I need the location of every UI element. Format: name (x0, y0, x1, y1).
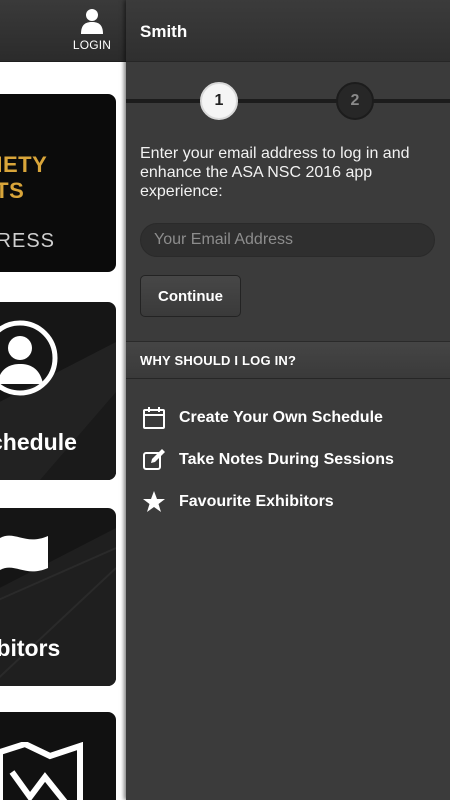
feature-item-schedule: Create Your Own Schedule (142, 397, 450, 439)
panel-header: Smith (126, 0, 450, 62)
login-panel: Smith 1 2 Enter your email address to lo… (126, 0, 450, 800)
why-login-heading: WHY SHOULD I LOG IN? (126, 341, 450, 379)
step-indicator: 1 2 (126, 62, 450, 140)
tile-exhibitors-label: ibitors (0, 635, 61, 661)
step-2: 2 (336, 82, 374, 120)
continue-button[interactable]: Continue (140, 275, 241, 317)
tile-congress-text: GRESS (0, 230, 56, 252)
left-header: LOGIN (0, 0, 126, 62)
calendar-icon (142, 406, 166, 430)
person-icon (0, 320, 58, 396)
edit-icon (142, 448, 166, 472)
login-intro-text: Enter your email address to log in and e… (140, 145, 410, 200)
conference-tile[interactable]: CIETY STS GRESS (0, 94, 116, 272)
tile-text-line1: CIETY (0, 152, 48, 177)
exhibitors-tile[interactable]: ibitors (0, 508, 116, 686)
background-app: LOGIN CIETY STS GRESS chedule ibitors (0, 0, 126, 800)
star-icon (142, 490, 166, 514)
user-icon (81, 9, 103, 34)
tile-schedule-label: chedule (0, 429, 77, 455)
tile-text-line2: STS (0, 178, 25, 203)
feature-label: Favourite Exhibitors (179, 493, 334, 510)
feature-label: Create Your Own Schedule (179, 409, 383, 426)
login-label: LOGIN (72, 38, 112, 52)
login-button[interactable]: LOGIN (66, 8, 118, 56)
email-input[interactable] (140, 223, 435, 257)
schedule-tile[interactable]: chedule (0, 302, 116, 480)
feature-item-exhibitors: Favourite Exhibitors (142, 481, 450, 523)
user-name: Smith (140, 22, 188, 41)
feature-list: Create Your Own Schedule Take Notes Duri… (126, 379, 450, 523)
flag-icon (0, 535, 48, 572)
tile-society-text: CIETY STS (0, 152, 47, 204)
step-track (126, 99, 450, 103)
map-icon (0, 742, 83, 800)
step-1: 1 (200, 82, 238, 120)
map-tile[interactable] (0, 712, 116, 800)
feature-label: Take Notes During Sessions (179, 451, 394, 468)
feature-item-notes: Take Notes During Sessions (142, 439, 450, 481)
